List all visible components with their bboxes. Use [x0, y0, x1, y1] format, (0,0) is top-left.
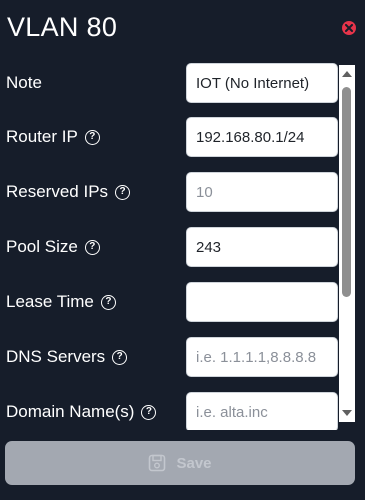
scroll-up-arrow-icon[interactable]: [342, 71, 352, 77]
help-icon[interactable]: ?: [84, 239, 100, 255]
field-label: Note: [6, 73, 42, 93]
pool-size-input[interactable]: [186, 227, 338, 267]
scroll-down-arrow-icon[interactable]: [342, 410, 352, 416]
form-scrollbar[interactable]: [339, 65, 355, 422]
dialog-title: VLAN 80: [7, 12, 118, 42]
help-icon[interactable]: ?: [84, 129, 100, 145]
field-label-text: Domain Name(s): [6, 402, 135, 421]
field-label-text: Note: [6, 73, 42, 92]
field-label-text: DNS Servers: [6, 347, 106, 366]
close-x-glyph: [345, 24, 353, 32]
field-row-domain-names: Domain Name(s)?: [0, 392, 340, 430]
field-label-text: Reserved IPs: [6, 182, 109, 201]
domain-names-input[interactable]: [186, 392, 338, 430]
router-ip-input[interactable]: [186, 117, 338, 157]
field-row-lease-time: Lease Time?: [0, 282, 340, 322]
field-label: DNS Servers?: [6, 347, 128, 367]
save-disk-icon: [149, 454, 166, 472]
help-icon[interactable]: ?: [112, 349, 128, 365]
field-label-text: Pool Size: [6, 237, 78, 256]
dns-servers-input[interactable]: [186, 337, 338, 377]
help-icon[interactable]: ?: [100, 294, 116, 310]
field-label: Lease Time?: [6, 292, 116, 312]
reserved-ips-input[interactable]: [186, 172, 338, 212]
field-row-reserved-ips: Reserved IPs?: [0, 172, 340, 212]
help-icon[interactable]: ?: [115, 184, 131, 200]
field-label-text: Router IP: [6, 127, 78, 146]
save-button[interactable]: Save: [5, 441, 355, 485]
field-row-note: Note: [0, 63, 340, 103]
close-icon[interactable]: [342, 21, 356, 35]
lease-time-input[interactable]: [186, 282, 338, 322]
field-row-pool-size: Pool Size?: [0, 227, 340, 267]
field-label: Pool Size?: [6, 237, 100, 257]
scrollbar-thumb[interactable]: [342, 87, 351, 297]
field-row-dns-servers: DNS Servers?: [0, 337, 340, 377]
help-icon[interactable]: ?: [141, 404, 157, 420]
form-scroll-area[interactable]: Note Router IP? Reserved IPs? Pool Size?…: [0, 60, 355, 430]
field-label: Domain Name(s)?: [6, 402, 157, 422]
note-input[interactable]: [186, 63, 338, 103]
field-label: Reserved IPs?: [6, 182, 131, 202]
save-button-label: Save: [176, 454, 212, 472]
field-label: Router IP?: [6, 127, 100, 147]
field-row-router-ip: Router IP?: [0, 117, 340, 157]
field-label-text: Lease Time: [6, 292, 94, 311]
